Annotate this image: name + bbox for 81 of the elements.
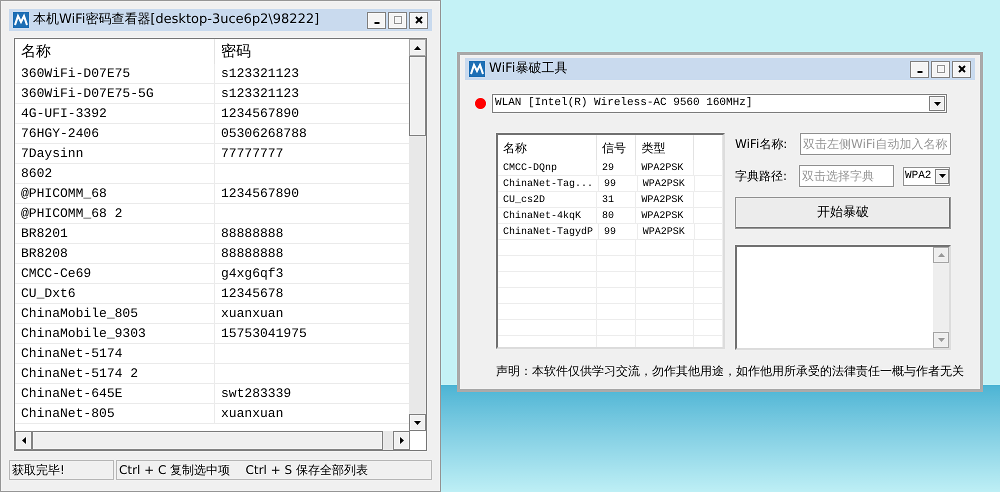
minimize-icon (374, 22, 380, 24)
scroll-up-button[interactable] (409, 39, 426, 56)
adapter-dropdown[interactable]: WLAN [Intel(R) Wireless-AC 9560 160MHz] (492, 94, 947, 113)
app-logo-icon (13, 12, 29, 28)
scroll-thumb[interactable] (409, 56, 426, 136)
window-title: 本机WiFi密码查看器[desktop-3uce6p2\98222] (33, 11, 320, 30)
dropdown-button[interactable] (929, 96, 945, 111)
column-header[interactable]: 名称 (15, 39, 215, 64)
column-header[interactable]: 类型 (636, 135, 694, 160)
list-cell[interactable]: CMCC-DQnp (498, 160, 598, 176)
wifi-name-field[interactable]: 双击左侧WiFi自动加入名称 (800, 133, 951, 155)
table-cell: CMCC-Ce69 (15, 264, 215, 284)
vertical-scrollbar[interactable] (409, 39, 426, 431)
dictionary-path-field[interactable]: 双击选择字典 (799, 165, 894, 187)
list-cell[interactable]: 99 (599, 224, 638, 240)
list-cell[interactable]: WPA2PSK (636, 208, 694, 224)
minimize-icon (916, 71, 922, 73)
close-icon (956, 63, 968, 75)
up-arrow-icon (938, 253, 944, 257)
scroll-right-button[interactable] (393, 431, 410, 450)
close-button[interactable] (409, 12, 428, 28)
table-cell: ChinaNet-805 (15, 404, 215, 424)
table-cell: 76HGY-2406 (15, 124, 215, 144)
table-cell: ChinaMobile_9303 (15, 324, 215, 344)
table-cell: ChinaNet-645E (15, 384, 215, 404)
table-cell: ChinaMobile_805 (15, 304, 215, 324)
start-button[interactable]: 开始暴破 (735, 197, 951, 229)
log-box[interactable] (735, 245, 951, 350)
minimize-button[interactable] (367, 12, 386, 28)
list-cell[interactable]: WPA2PSK (636, 160, 694, 176)
left-arrow-icon (22, 437, 26, 444)
table-cell: 7Daysinn (15, 144, 215, 164)
list-cell[interactable]: 31 (597, 192, 636, 208)
table-cell: 360WiFi-D07E75 (15, 64, 215, 84)
table-cell: 4G-UFI-3392 (15, 104, 215, 124)
scroll-left-button[interactable] (15, 431, 32, 450)
list-cell[interactable]: WPA2PSK (636, 192, 694, 208)
scroll-down-button[interactable] (409, 414, 426, 431)
maximize-icon (934, 63, 946, 75)
right-arrow-icon (400, 437, 404, 444)
list-cell[interactable]: WPA2PSK (638, 176, 695, 192)
table-cell: 8602 (15, 164, 215, 184)
field-label: WiFi名称: (735, 136, 788, 153)
caret-icon (938, 174, 946, 178)
list-cell[interactable]: ChinaNet-TagydP (498, 224, 599, 240)
close-button[interactable] (952, 60, 971, 78)
table-cell: CU_Dxt6 (15, 284, 215, 304)
table-cell: @PHICOMM_68 (15, 184, 215, 204)
down-arrow-icon (414, 420, 421, 424)
list-cell[interactable]: WPA2PSK (638, 224, 695, 240)
table-cell: ChinaNet-5174 2 (15, 364, 215, 384)
up-arrow-icon (414, 46, 421, 50)
status-dot-icon (475, 98, 486, 109)
dropdown-value: WLAN [Intel(R) Wireless-AC 9560 160MHz] (494, 96, 752, 112)
column-header[interactable]: 名称 (498, 135, 598, 160)
list-cell[interactable]: 99 (599, 176, 638, 192)
table-cell: BR8201 (15, 224, 215, 244)
dropdown-button[interactable] (935, 168, 949, 184)
minimize-button[interactable] (910, 60, 929, 78)
status-text: Ctrl + C 复制选中项 Ctrl + S 保存全部列表 (116, 460, 432, 480)
caret-icon (934, 102, 940, 106)
status-text: 获取完毕! (9, 460, 114, 480)
window-title: WiFi暴破工具 (489, 60, 568, 78)
column-header[interactable]: 信号 (597, 135, 636, 160)
close-icon (412, 14, 424, 26)
list-cell[interactable]: CU_cs2D (498, 192, 598, 208)
field-label: 字典路径: (735, 168, 788, 185)
table-cell: 360WiFi-D07E75-5G (15, 84, 215, 104)
mode-dropdown[interactable]: WPA2 (903, 166, 950, 186)
table-cell: BR8208 (15, 244, 215, 264)
list-cell[interactable]: 29 (597, 160, 636, 176)
disclaimer-text: 声明：本软件仅供学习交流，勿作其他用途，如作他用所承受的法律责任一概与作者无关 (495, 363, 965, 380)
list-cell[interactable]: ChinaNet-Tag... (498, 176, 599, 192)
app-logo-icon (469, 61, 485, 77)
table-cell: @PHICOMM_68 2 (15, 204, 215, 224)
table-cell: ChinaNet-5174 (15, 344, 215, 364)
dropdown-value: WPA2 (904, 168, 932, 184)
maximize-icon (392, 14, 404, 26)
down-arrow-icon (938, 338, 944, 342)
list-cell[interactable]: 80 (597, 208, 636, 224)
list-cell[interactable]: ChinaNet-4kqK (498, 208, 598, 224)
